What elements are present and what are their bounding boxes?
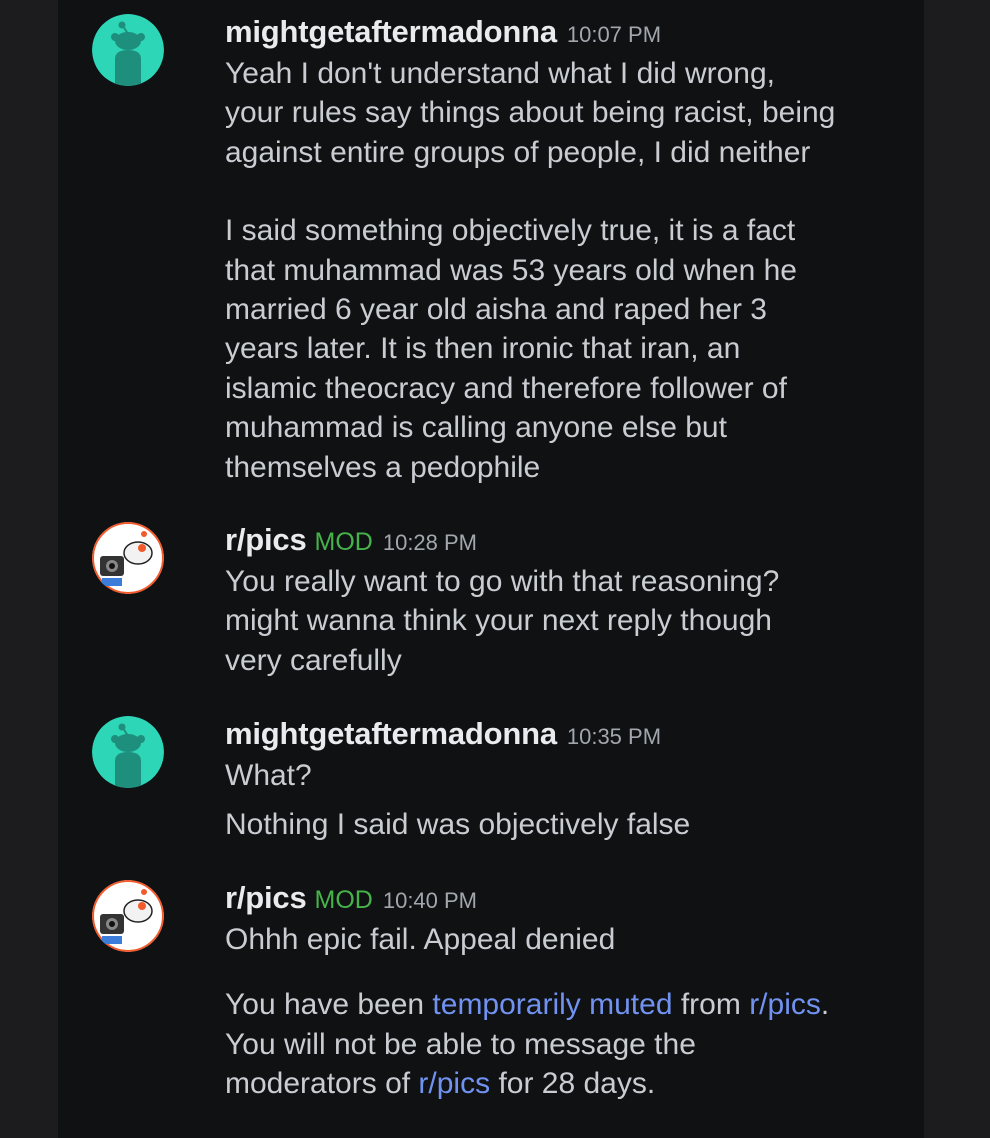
timestamp: 10:07 PM	[566, 22, 662, 47]
subreddit-link[interactable]: r/pics	[749, 988, 821, 1021]
timestamp: 10:35 PM	[566, 724, 662, 749]
author-name[interactable]: mightgetaftermadonna	[225, 14, 557, 50]
user-avatar[interactable]	[92, 14, 164, 86]
notice-text: for 28 days.	[490, 1067, 656, 1101]
message-text: Nothing I said was objectively false	[225, 808, 691, 842]
mod-badge: MOD	[314, 528, 373, 556]
subreddit-link[interactable]: r/pics	[418, 1067, 490, 1100]
mod-badge: MOD	[314, 886, 373, 914]
author-name[interactable]: r/pics	[225, 522, 307, 558]
message-text: You really want to go with that reasonin…	[225, 565, 780, 677]
timestamp: 10:28 PM	[382, 530, 478, 555]
snoo-avatar-icon	[92, 14, 164, 86]
subreddit-icon	[92, 880, 164, 952]
modmail-panel: mightgetaftermadonna 10:07 PM Yeah I don…	[58, 0, 924, 1138]
message-text: I said something objectively true, it is…	[225, 214, 797, 484]
snoo-avatar-icon	[92, 716, 164, 788]
message-text: Yeah I don't understand what I did wrong…	[225, 57, 836, 169]
subreddit-avatar[interactable]	[92, 880, 164, 952]
author-name[interactable]: r/pics	[225, 880, 307, 916]
message-text: Ohhh epic fail. Appeal denied	[225, 923, 616, 956]
subreddit-avatar[interactable]	[92, 522, 164, 594]
author-name[interactable]: mightgetaftermadonna	[225, 716, 557, 752]
mute-info-link[interactable]: temporarily muted	[432, 988, 672, 1021]
notice-text: You have been	[225, 988, 433, 1022]
mute-notice: You have been temporarily muted from r/p…	[225, 985, 925, 1103]
subreddit-icon	[92, 522, 164, 594]
timestamp: 10:40 PM	[382, 888, 478, 913]
notice-text: from	[672, 988, 750, 1022]
user-avatar[interactable]	[92, 716, 164, 788]
message-text: What?	[225, 759, 312, 792]
